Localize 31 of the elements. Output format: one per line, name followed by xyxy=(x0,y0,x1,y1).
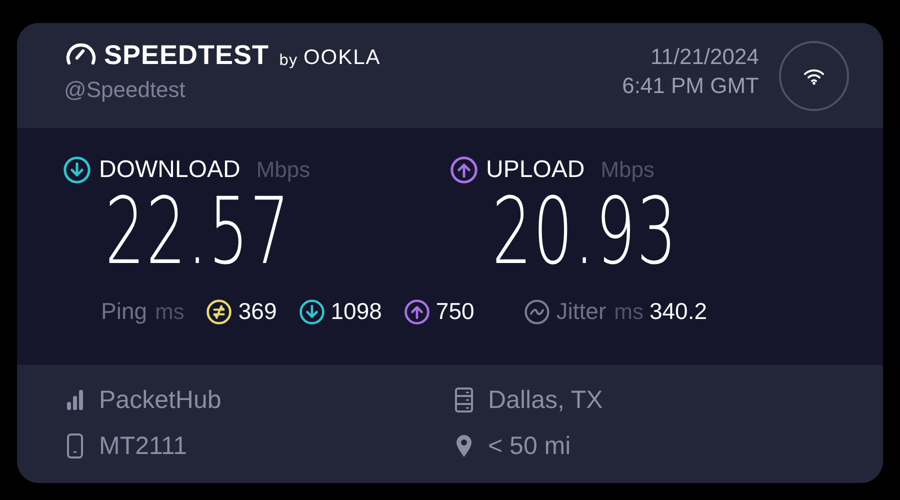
detail-text: MT2111 xyxy=(99,432,188,460)
unit-text: ms xyxy=(155,298,184,324)
result-label: UPLOAD xyxy=(486,156,585,184)
detail-text: Dallas, TX xyxy=(488,386,603,414)
ping-value: 369 xyxy=(238,298,277,325)
detail-text: PacketHub xyxy=(99,386,222,414)
result-label: DOWNLOAD xyxy=(99,156,240,184)
ping-label: Ping xyxy=(101,298,148,325)
wifi-icon xyxy=(803,67,825,85)
jitter-value: 340.2 xyxy=(649,298,708,325)
brand-name: SPEEDTEST xyxy=(104,42,270,69)
wifi-button[interactable] xyxy=(779,41,849,111)
detail-text: < 50 mi xyxy=(488,432,571,460)
unit-text: Mbps xyxy=(256,157,310,183)
wave-icon xyxy=(524,298,550,324)
ping-value: 750 xyxy=(436,298,474,325)
unit-text: Mbps xyxy=(600,157,654,183)
by-text: by xyxy=(279,51,298,69)
result-value: 22.57 xyxy=(105,186,291,278)
maker-name: OOKLA xyxy=(303,46,381,69)
unit-text: ms xyxy=(614,298,644,324)
signal-bars-icon xyxy=(66,389,84,411)
handle-text: @Speedtest xyxy=(64,77,186,103)
server-icon xyxy=(454,387,474,413)
phone-icon xyxy=(66,433,84,459)
ping-value: 1098 xyxy=(330,298,382,325)
result-value: 20.93 xyxy=(492,186,678,278)
time-text: 6:41 PM GMT xyxy=(622,72,759,100)
location-pin-icon xyxy=(455,434,473,458)
date-text: 11/21/2024 xyxy=(650,43,759,71)
jitter-label: Jitter xyxy=(556,298,606,325)
